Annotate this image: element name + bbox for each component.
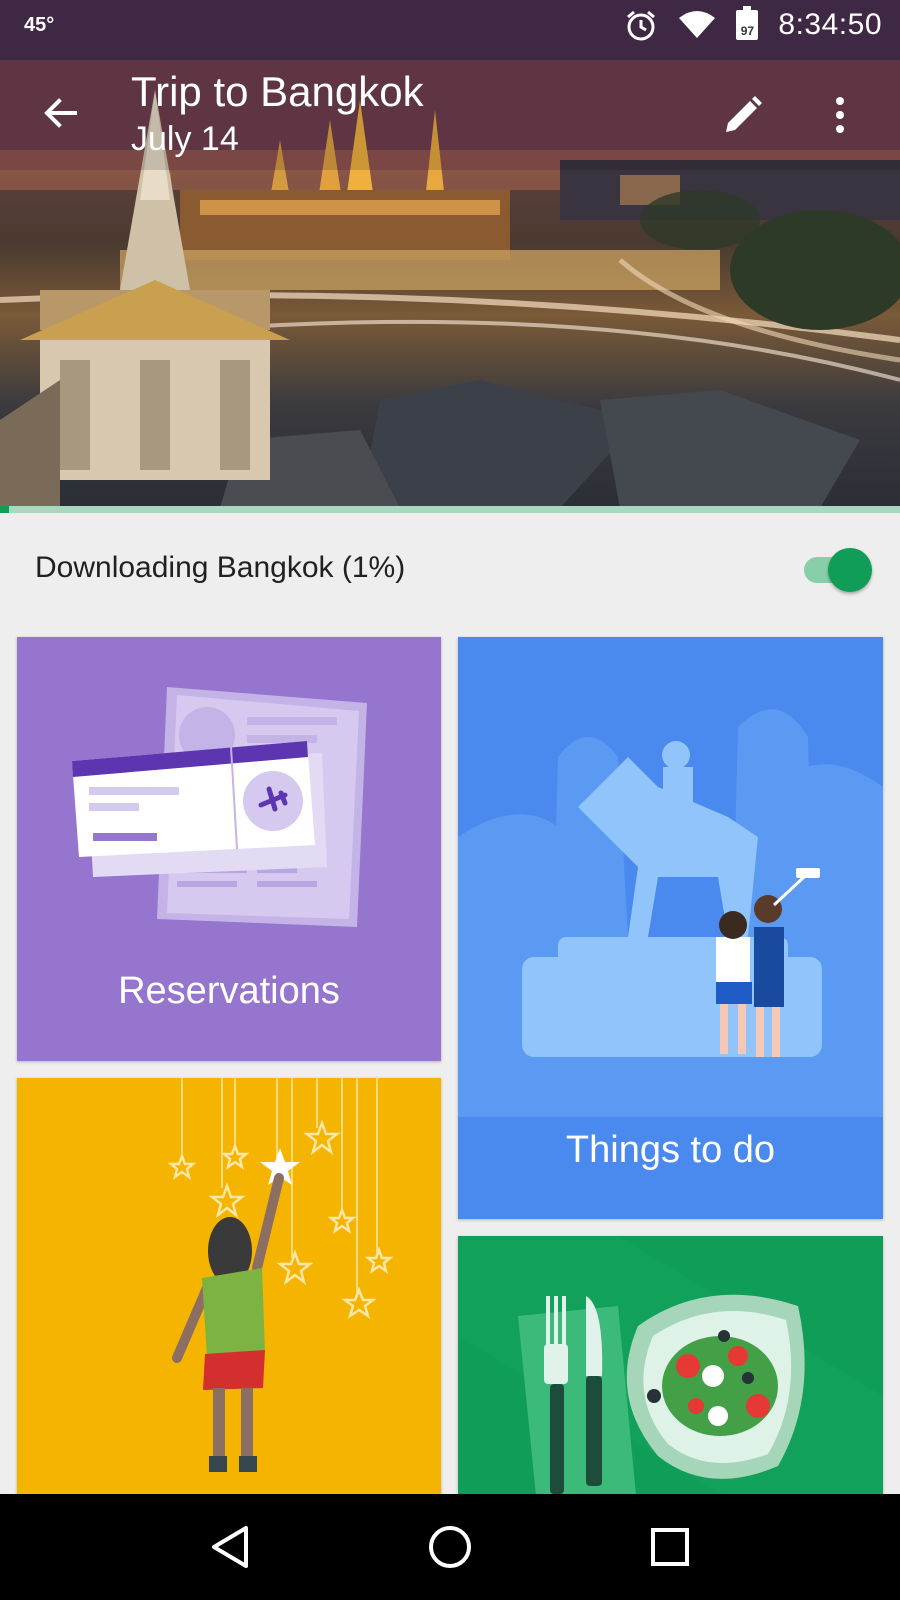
home-circle-icon (429, 1526, 471, 1568)
reaching-star-illustration (167, 1078, 394, 1472)
more-options-button[interactable] (820, 90, 860, 140)
download-progress-bar (0, 506, 900, 513)
app-toolbar: Trip to Bangkok July 14 (0, 60, 900, 170)
status-icons: 97 8:34:50 (624, 6, 882, 42)
tickets-illustration (72, 687, 367, 927)
download-status-label: Downloading Bangkok (1%) (35, 551, 406, 584)
statue-selfie-illustration (458, 709, 883, 1117)
battery-level-text: 97 (740, 24, 755, 38)
salad-plate-illustration (458, 1236, 883, 1516)
alarm-icon (627, 10, 656, 41)
battery-icon: 97 (736, 6, 759, 40)
system-navigation-bar (0, 1494, 900, 1600)
edit-button[interactable] (718, 90, 768, 140)
trip-date: July 14 (131, 120, 239, 158)
back-button[interactable] (36, 88, 86, 138)
trip-title: Trip to Bangkok (131, 68, 424, 115)
things-to-do-label: Things to do (565, 1129, 776, 1171)
food-and-drink-card[interactable] (458, 1236, 883, 1516)
saved-places-card[interactable] (17, 1078, 441, 1508)
temperature-text: 45° (24, 13, 55, 36)
back-arrow-icon (44, 98, 77, 128)
header-hero-image: 45° 97 8:34:50 Trip to Bangkok July 14 (0, 0, 900, 508)
status-bar: 45° 97 8:34:50 (0, 0, 900, 50)
reservations-card[interactable]: Reservations (17, 637, 441, 1061)
title-block: Trip to Bangkok July 14 (131, 68, 424, 159)
recents-square-icon (651, 1528, 689, 1566)
nav-home-button[interactable] (415, 1512, 485, 1582)
edit-pencil-icon (726, 96, 762, 132)
things-to-do-card[interactable]: Things to do (458, 637, 883, 1219)
download-row: Downloading Bangkok (1%) (0, 513, 900, 623)
reservations-label: Reservations (118, 970, 340, 1012)
back-triangle-icon (212, 1526, 248, 1568)
download-progress-fill (0, 506, 9, 513)
clock-time: 8:34:50 (778, 8, 882, 41)
toggle-thumb (828, 548, 872, 592)
offline-download-toggle[interactable] (800, 544, 874, 592)
nav-recents-button[interactable] (635, 1512, 705, 1582)
more-vert-icon (836, 97, 844, 105)
wifi-icon (679, 11, 716, 38)
nav-back-button[interactable] (195, 1512, 265, 1582)
